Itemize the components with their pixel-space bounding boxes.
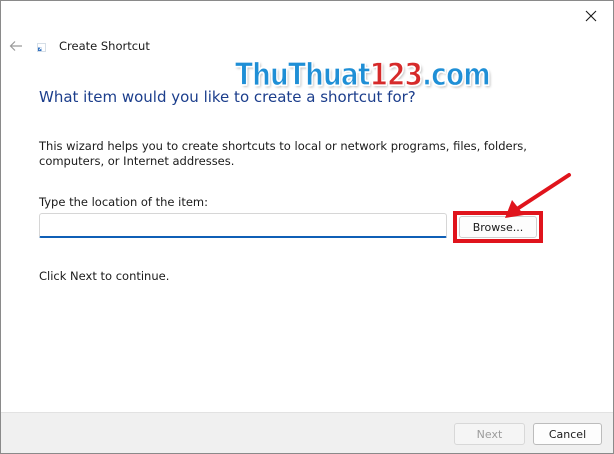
wizard-footer: Next Cancel — [1, 412, 613, 453]
continue-instruction: Click Next to continue. — [39, 269, 170, 283]
create-shortcut-window: Create Shortcut ThuThuat123.com What ite… — [0, 0, 614, 454]
location-label: Type the location of the item: — [39, 195, 209, 209]
location-input[interactable] — [39, 213, 447, 238]
shortcut-wizard-icon — [37, 43, 46, 52]
red-pointer-arrow — [505, 173, 571, 218]
wizard-heading: What item would you like to create a sho… — [39, 88, 416, 106]
close-button[interactable] — [575, 3, 607, 29]
back-button[interactable] — [7, 37, 25, 55]
next-button[interactable]: Next — [454, 423, 525, 445]
cancel-button[interactable]: Cancel — [533, 423, 602, 445]
back-arrow-icon — [9, 41, 22, 51]
window-title: Create Shortcut — [59, 39, 150, 53]
close-icon — [585, 10, 597, 22]
wizard-description: This wizard helps you to create shortcut… — [39, 139, 527, 168]
